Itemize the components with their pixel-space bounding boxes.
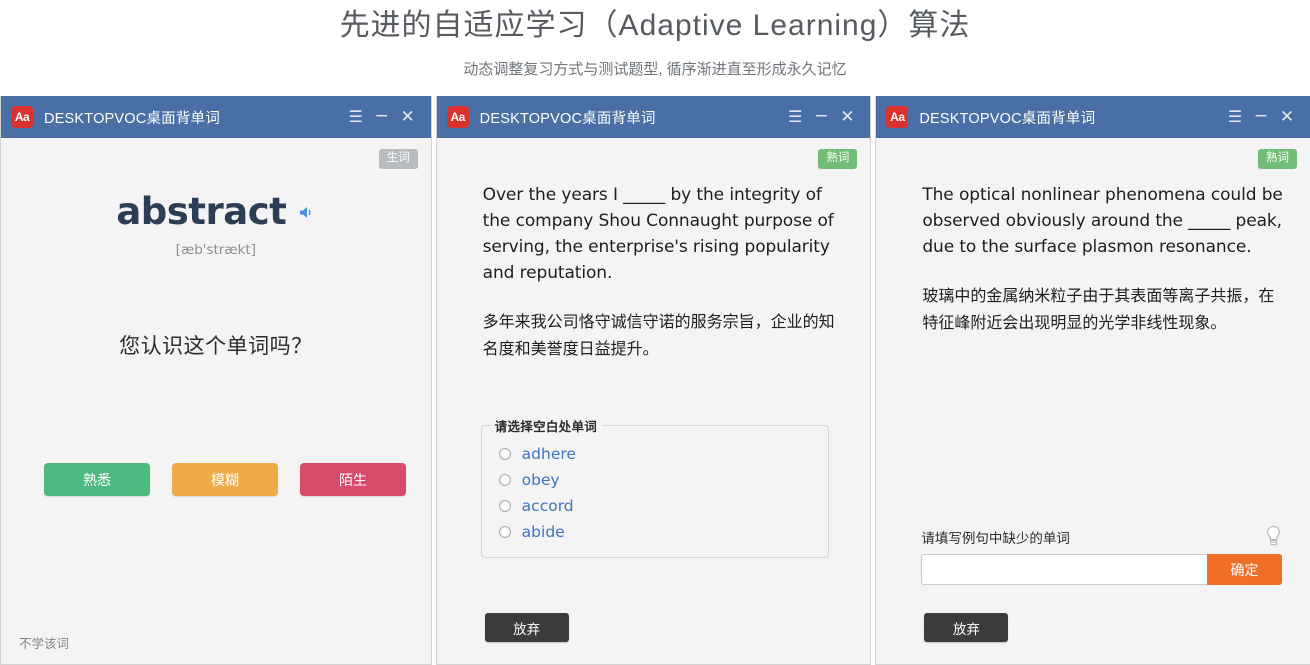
titlebar-panel2: Aa DESKTOPVOC桌面背单词 ☰ − ✕ [436, 95, 871, 138]
close-icon[interactable]: ✕ [834, 96, 860, 138]
minimize-icon[interactable]: − [369, 95, 395, 137]
hamburger-menu-icon[interactable]: ☰ [782, 96, 808, 138]
panels-row: Aa DESKTOPVOC桌面背单词 ☰ − ✕ 生词 abstract [æb… [0, 96, 1310, 665]
sentence-english: The optical nonlinear phenomena could be… [922, 185, 1283, 257]
option-label: abide [521, 523, 565, 541]
hamburger-menu-icon[interactable]: ☰ [1222, 96, 1248, 138]
panel3-body: 熟词 The optical nonlinear phenomena could… [876, 138, 1310, 664]
app-logo-icon: Aa [11, 106, 33, 128]
minimize-icon[interactable]: − [1248, 95, 1274, 137]
vocabulary-word: abstract [116, 190, 287, 233]
option-label: adhere [521, 445, 576, 463]
fill-label-row: 请填写例句中缺少的单词 [921, 525, 1282, 554]
page-subtitle: 动态调整复习方式与测试题型, 循序渐进直至形成永久记忆 [463, 61, 847, 78]
vague-button[interactable]: 模糊 [172, 463, 278, 496]
familiar-button[interactable]: 熟悉 [44, 463, 150, 496]
fill-in-area: 请填写例句中缺少的单词 确定 [921, 525, 1282, 585]
panel-word-recognition: Aa DESKTOPVOC桌面背单词 ☰ − ✕ 生词 abstract [æb… [0, 96, 432, 665]
word-row: abstract [116, 190, 315, 233]
app-title-panel2: DESKTOPVOC桌面背单词 [479, 110, 656, 127]
panel-fill-in-blank: Aa DESKTOPVOC桌面背单词 ☰ − ✕ 熟词 The optical … [875, 96, 1310, 665]
status-badge: 生词 [378, 149, 418, 169]
options-fieldset: 请选择空白处单词 adhere obey accord abide [480, 416, 829, 558]
word-block: abstract [æb'strækt] [1, 138, 431, 258]
page-header: 先进的自适应学习（Adaptive Learning）算法 动态调整复习方式与测… [0, 0, 1310, 96]
sentence-block: Over the years I _____ by the integrity … [437, 138, 871, 363]
option-row-abide[interactable]: abide [492, 519, 818, 545]
fill-answer-input[interactable] [921, 554, 1207, 585]
titlebar-panel3: Aa DESKTOPVOC桌面背单词 ☰ − ✕ [876, 96, 1310, 138]
minimize-icon[interactable]: − [808, 95, 834, 137]
option-label: obey [521, 471, 560, 489]
options-legend: 请选择空白处单词 [494, 420, 598, 434]
fill-instruction-label: 请填写例句中缺少的单词 [921, 531, 1070, 546]
give-up-button[interactable]: 放弃 [484, 613, 569, 642]
panel2-body: 熟词 Over the years I _____ by the integri… [437, 138, 871, 664]
confirm-button[interactable]: 确定 [1206, 554, 1282, 585]
lightbulb-icon[interactable] [1265, 525, 1282, 547]
radio-icon[interactable] [498, 500, 511, 512]
sentence-chinese: 多年来我公司恪守诚信守诺的服务宗旨，企业的知名度和美誉度日益提升。 [482, 314, 835, 358]
answer-buttons-group: 熟悉 模糊 陌生 [1, 463, 431, 496]
sentence-english: Over the years I _____ by the integrity … [482, 185, 834, 283]
app-logo-icon: Aa [446, 106, 469, 128]
sentence-block: The optical nonlinear phenomena could be… [876, 138, 1310, 337]
hamburger-menu-icon[interactable]: ☰ [343, 96, 369, 138]
titlebar-panel1: Aa DESKTOPVOC桌面背单词 ☰ − ✕ [1, 96, 431, 138]
app-logo-icon: Aa [886, 106, 909, 128]
radio-icon[interactable] [498, 448, 511, 460]
radio-icon[interactable] [498, 526, 511, 538]
option-row-obey[interactable]: obey [492, 467, 818, 493]
fill-input-row: 确定 [921, 554, 1282, 585]
unknown-button[interactable]: 陌生 [300, 463, 406, 496]
panel1-body: 生词 abstract [æb'strækt] 您认识这个单词吗？ 熟悉 模糊 [1, 138, 431, 664]
speaker-icon[interactable] [298, 205, 315, 225]
option-label: accord [521, 497, 574, 515]
app-title-panel3: DESKTOPVOC桌面背单词 [919, 110, 1096, 127]
skip-word-link[interactable]: 不学该词 [19, 633, 69, 652]
panel-multiple-choice: Aa DESKTOPVOC桌面背单词 ☰ − ✕ 熟词 Over the yea… [435, 95, 872, 665]
radio-icon[interactable] [498, 474, 511, 486]
give-up-button[interactable]: 放弃 [924, 613, 1009, 642]
app-title-panel1: DESKTOPVOC桌面背单词 [44, 110, 220, 127]
option-row-accord[interactable]: accord [492, 493, 818, 519]
sentence-chinese: 玻璃中的金属纳米粒子由于其表面等离子共振，在特征峰附近会出现明显的光学非线性现象… [922, 288, 1275, 332]
page-title: 先进的自适应学习（Adaptive Learning）算法 [339, 9, 971, 42]
close-icon[interactable]: ✕ [395, 96, 421, 138]
status-badge: 熟词 [1257, 149, 1297, 169]
recognition-question: 您认识这个单词吗？ [119, 335, 313, 358]
option-row-adhere[interactable]: adhere [492, 441, 818, 467]
close-icon[interactable]: ✕ [1274, 96, 1300, 138]
phonetic-transcription: [æb'strækt] [175, 242, 256, 258]
status-badge: 熟词 [818, 149, 858, 169]
